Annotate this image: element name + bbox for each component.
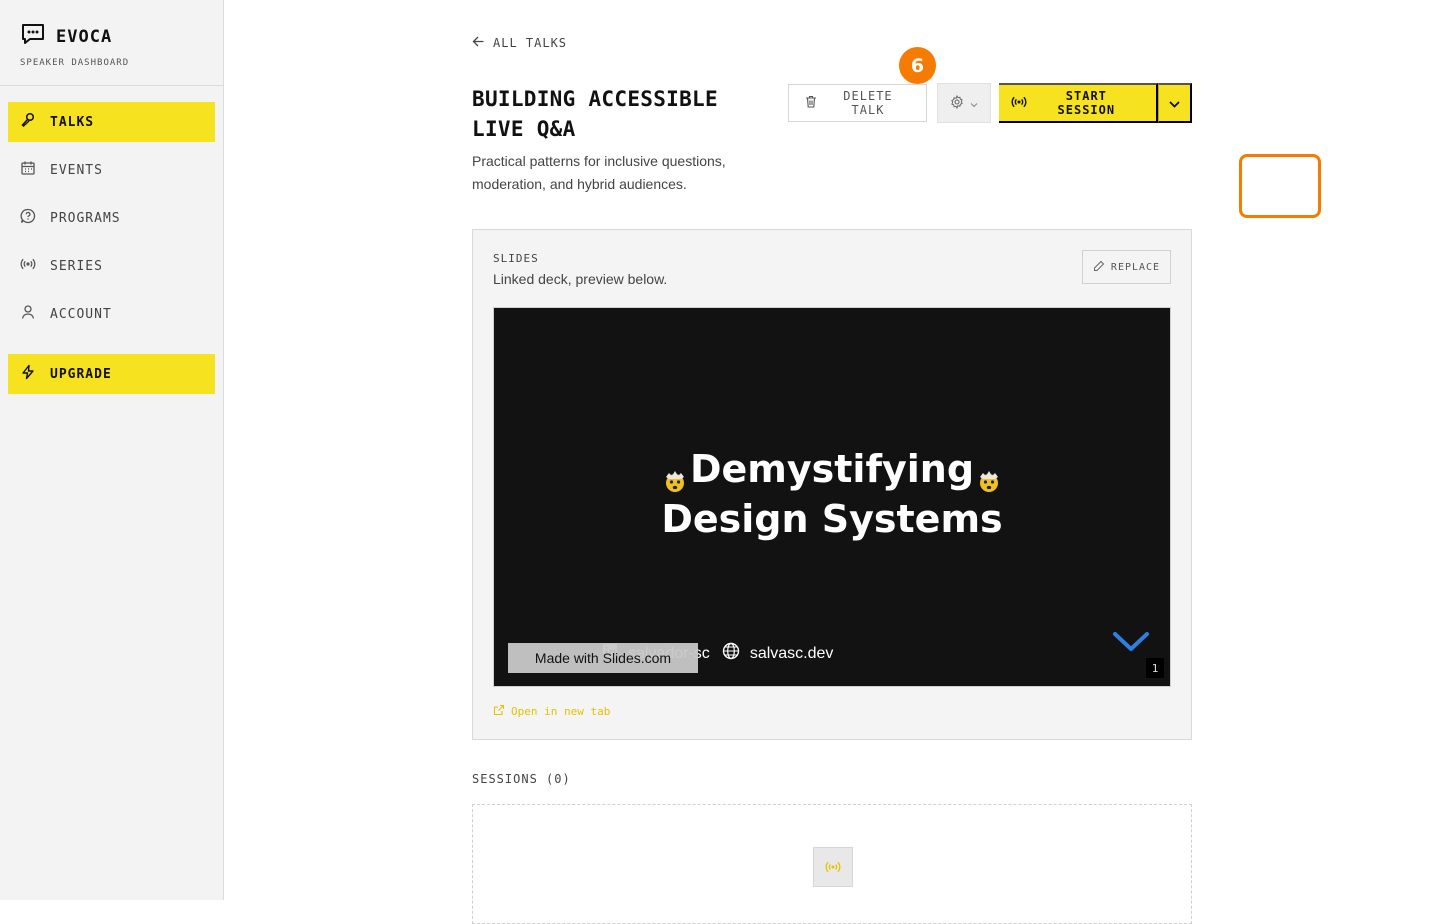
page-title: BUILDING ACCESSIBLE LIVE Q&A xyxy=(472,87,718,141)
broadcast-icon xyxy=(813,847,853,887)
start-session-menu-button[interactable] xyxy=(1157,83,1192,123)
arrow-left-icon xyxy=(472,35,485,51)
delete-talk-label: DELETE TALK xyxy=(843,89,893,117)
replace-label: REPLACE xyxy=(1110,261,1161,273)
pencil-icon xyxy=(1093,260,1105,275)
sidebar-item-label: TALKS xyxy=(50,114,95,130)
brand-name: EVOCA xyxy=(56,26,113,47)
slides-description: Linked deck, preview below. xyxy=(493,271,668,287)
sessions-label: SESSIONS (0) xyxy=(472,772,571,786)
external-link-icon xyxy=(493,704,505,719)
chat-bubble-icon xyxy=(20,22,46,51)
step-number-badge: 6 xyxy=(899,47,936,84)
step-highlight-outline xyxy=(1239,154,1321,218)
sidebar-nav: TALKS EVENTS PROGRAMS SERIES ACCOUNT UPG… xyxy=(0,86,223,418)
slides-preview[interactable]: Demystifying Design Systems salvador-sc … xyxy=(493,307,1171,687)
sidebar-item-label: PROGRAMS xyxy=(50,210,121,226)
upgrade-button[interactable]: UPGRADE xyxy=(8,354,215,394)
page-subtitle: Practical patterns for inclusive questio… xyxy=(472,153,726,192)
microphone-icon xyxy=(20,112,36,132)
slides-label: SLIDES xyxy=(493,252,539,265)
calendar-icon xyxy=(20,160,36,180)
delete-talk-button[interactable]: DELETE TALK xyxy=(788,84,927,122)
made-with-slides-badge[interactable]: Made with Slides.com xyxy=(508,643,698,673)
gear-icon xyxy=(950,94,964,112)
globe-icon xyxy=(722,642,740,665)
sidebar-item-label: ACCOUNT xyxy=(50,306,112,322)
slide-title-line2: Design Systems xyxy=(661,497,1003,541)
sidebar-item-series[interactable]: SERIES xyxy=(8,246,215,286)
talk-actions: DELETE TALK START SESSION xyxy=(788,83,1321,218)
start-session-button[interactable]: START SESSION xyxy=(998,83,1158,123)
start-session-label: START SESSION xyxy=(1057,89,1116,117)
upgrade-label: UPGRADE xyxy=(50,366,112,382)
exploding-head-icon xyxy=(974,457,1004,492)
sidebar-item-events[interactable]: EVENTS xyxy=(8,150,215,190)
slide-title-line1: Demystifying xyxy=(689,447,975,491)
brand: EVOCA SPEAKER DASHBOARD xyxy=(0,0,223,86)
slide-website: salvasc.dev xyxy=(749,644,834,662)
sidebar-item-talks[interactable]: TALKS xyxy=(8,102,215,142)
brand-subtitle: SPEAKER DASHBOARD xyxy=(20,58,130,68)
back-link[interactable]: ALL TALKS xyxy=(472,35,567,51)
settings-dropdown-button[interactable] xyxy=(936,83,991,123)
exploding-head-icon xyxy=(660,457,690,492)
back-label: ALL TALKS xyxy=(493,36,568,50)
sidebar-item-label: SERIES xyxy=(50,258,103,274)
lightning-icon xyxy=(20,364,36,384)
trash-icon xyxy=(805,95,817,111)
sidebar-item-account[interactable]: ACCOUNT xyxy=(8,294,215,334)
broadcast-icon xyxy=(1011,95,1027,112)
open-in-new-tab-link[interactable]: Open in new tab xyxy=(493,704,610,719)
chevron-down-icon xyxy=(1169,96,1180,111)
question-bubble-icon xyxy=(20,208,36,228)
sidebar-item-programs[interactable]: PROGRAMS xyxy=(8,198,215,238)
broadcast-icon xyxy=(20,256,36,276)
sessions-empty-state xyxy=(472,804,1192,924)
chevron-down-icon xyxy=(970,96,978,111)
open-in-new-tab-label: Open in new tab xyxy=(511,705,611,718)
slide-title: Demystifying Design Systems xyxy=(494,444,1170,544)
replace-slides-button[interactable]: REPLACE xyxy=(1082,250,1171,284)
sidebar-item-label: EVENTS xyxy=(50,162,103,178)
next-slide-chevron-icon[interactable] xyxy=(1112,630,1150,659)
slide-page-number: 1 xyxy=(1146,658,1164,678)
sidebar: EVOCA SPEAKER DASHBOARD TALKS EVENTS PRO… xyxy=(0,0,224,900)
slides-card: SLIDES Linked deck, preview below. REPLA… xyxy=(472,229,1192,740)
user-icon xyxy=(20,304,36,324)
